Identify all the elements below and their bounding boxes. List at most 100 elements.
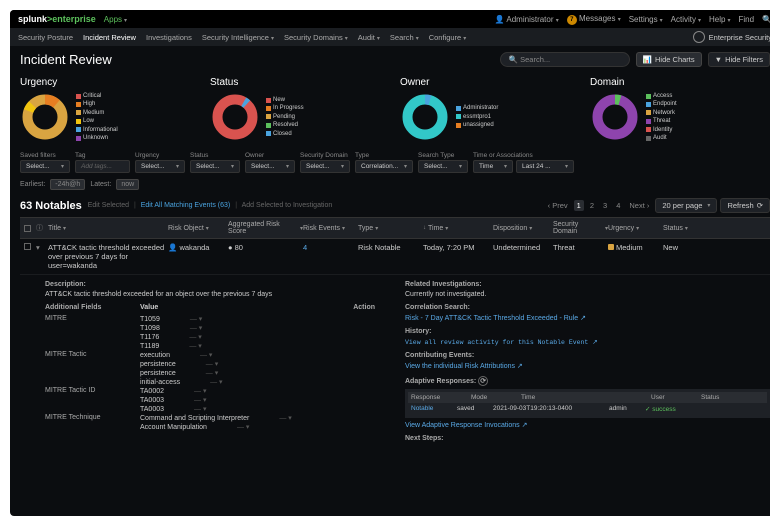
searchtype-select[interactable]: Select...▾ — [418, 160, 468, 173]
col-title[interactable]: Title ▾ — [48, 221, 168, 235]
col-time[interactable]: ↓ Time ▾ — [423, 221, 493, 235]
search-box[interactable]: 🔍 Search... — [500, 52, 630, 67]
corr-link[interactable]: Risk - 7 Day ATT&CK Tactic Threshold Exc… — [405, 314, 770, 322]
view-invocations-link[interactable]: View Adaptive Response Invocations ↗ — [405, 421, 770, 429]
es-icon — [693, 31, 705, 43]
nav-investigations[interactable]: Investigations — [146, 33, 192, 42]
edit-selected[interactable]: Edit Selected — [88, 202, 129, 209]
nav-intel[interactable]: Security Intelligence — [202, 33, 274, 42]
rh-mode: Mode — [471, 394, 501, 401]
nav-audit[interactable]: Audit — [358, 33, 380, 42]
hist-link[interactable]: View all review activity for this Notabl… — [405, 338, 770, 346]
saved-filters-select[interactable]: Select...▾ — [20, 160, 70, 173]
owner-select[interactable]: Select...▾ — [245, 160, 295, 173]
col-riskobj[interactable]: Risk Object ▾ — [168, 221, 228, 235]
add-investigation[interactable]: Add Selected to Investigation — [242, 202, 333, 209]
nav-configure[interactable]: Configure — [429, 33, 467, 42]
additional-fields-list: MITRET1059— ▾T1098— ▾T1176— ▾T1189— ▾MIT… — [45, 315, 375, 431]
col-events[interactable]: Risk Events ▾ — [303, 221, 358, 235]
latest-value[interactable]: now — [116, 179, 139, 190]
corr-heading: Correlation Search: — [405, 304, 770, 311]
donut-domain[interactable] — [590, 92, 640, 142]
donut-owner[interactable] — [400, 92, 450, 142]
resp-mode: saved — [457, 405, 487, 413]
resp-name[interactable]: Notable — [411, 405, 451, 413]
desc-heading: Description: — [45, 281, 375, 288]
logo-suffix: >enterprise — [47, 14, 96, 24]
type-select[interactable]: Correlation...▾ — [355, 160, 413, 173]
relinv-heading: Related Investigations: — [405, 281, 770, 288]
find-link[interactable]: Find — [738, 15, 754, 24]
contrib-heading: Contributing Events: — [405, 352, 770, 359]
nav-incident-review[interactable]: Incident Review — [83, 33, 136, 42]
nav-posture[interactable]: Security Posture — [18, 33, 73, 42]
perpage-select[interactable]: 20 per page — [655, 198, 717, 213]
cell-events[interactable]: 4 — [303, 243, 358, 252]
search-placeholder: Search... — [520, 55, 550, 64]
expand-toggle[interactable] — [36, 243, 48, 252]
logo-text: splunk — [18, 14, 47, 24]
cell-time: Today, 7:20 PM — [423, 243, 493, 252]
donut-status[interactable] — [210, 92, 260, 142]
time-range-select[interactable]: Last 24 ...▾ — [516, 160, 574, 173]
hide-charts-button[interactable]: 📊Hide Charts — [636, 52, 702, 67]
action-heading: Action — [353, 304, 375, 311]
response-table: ResponseModeTimeUserStatus Notablesaved2… — [405, 389, 770, 418]
resp-user: admin — [609, 405, 639, 413]
earliest-label: Earliest: — [20, 181, 45, 188]
legend-urgency: CriticalHighMediumLowInformationalUnknow… — [76, 92, 118, 142]
nav-search[interactable]: Search — [390, 33, 419, 42]
tag-input[interactable]: Add tags... — [75, 160, 130, 173]
contrib-link[interactable]: View the individual Risk Attributions ↗ — [405, 362, 770, 370]
urgency-select[interactable]: Select...▾ — [135, 160, 185, 173]
af-heading: Additional Fields — [45, 304, 140, 311]
prev-page[interactable]: ‹ Prev — [545, 200, 571, 211]
charts-row: Urgency CriticalHighMediumLowInformation… — [10, 73, 770, 150]
urgency-icon — [608, 244, 614, 250]
col-score[interactable]: Aggregated Risk Score ▾ — [228, 221, 303, 235]
messages-menu[interactable]: 7 Messages ▾ — [567, 14, 621, 25]
status-select[interactable]: Select...▾ — [190, 160, 240, 173]
page-3[interactable]: 3 — [600, 200, 610, 211]
page-header: Incident Review 🔍 Search... 📊Hide Charts… — [10, 46, 770, 73]
chart-owner: Owner Administratoressmtpro1unassigned — [400, 77, 580, 142]
topbar: splunk>enterprise Apps 👤 Administrator ▾… — [10, 10, 770, 28]
col-status[interactable]: Status ▾ — [663, 221, 693, 235]
rh-user: User — [651, 394, 681, 401]
apps-menu[interactable]: Apps — [104, 15, 127, 24]
page-2[interactable]: 2 — [587, 200, 597, 211]
subnav: Security Posture Incident Review Investi… — [10, 28, 770, 46]
cell-disp: Undetermined — [493, 243, 553, 252]
select-all-checkbox[interactable] — [24, 225, 31, 232]
next-steps-heading: Next Steps: — [405, 435, 770, 442]
logo: splunk>enterprise — [18, 14, 96, 24]
page-1[interactable]: 1 — [574, 200, 584, 211]
es-label: Enterprise Security — [709, 33, 770, 42]
row-checkbox[interactable] — [24, 243, 31, 250]
page-4[interactable]: 4 — [613, 200, 623, 211]
nav-domains[interactable]: Security Domains — [284, 33, 348, 42]
domain-select[interactable]: Select...▾ — [300, 160, 350, 173]
legend-owner: Administratoressmtpro1unassigned — [456, 104, 498, 129]
help-menu[interactable]: Help — [709, 15, 730, 24]
col-disp[interactable]: Disposition ▾ — [493, 221, 553, 235]
user-icon: 👤 — [495, 15, 505, 24]
col-type[interactable]: Type ▾ — [358, 221, 423, 235]
time-select[interactable]: Time▾ — [473, 160, 513, 173]
donut-urgency[interactable] — [20, 92, 70, 142]
earliest-value[interactable]: -24h@h — [50, 179, 85, 190]
refresh-button[interactable]: Refresh ⟳ — [720, 198, 770, 213]
col-domain[interactable]: Security Domain ▾ — [553, 221, 608, 235]
hide-filters-button[interactable]: ▼Hide Filters — [708, 52, 770, 67]
activity-menu[interactable]: Activity — [671, 15, 701, 24]
next-page[interactable]: Next › — [626, 200, 652, 211]
refresh-responses[interactable]: ⟳ — [478, 376, 488, 386]
admin-menu[interactable]: 👤 Administrator ▾ — [495, 15, 559, 24]
settings-menu[interactable]: Settings — [629, 15, 663, 24]
search-icon[interactable]: 🔍 — [762, 15, 770, 24]
col-urgency[interactable]: Urgency ▾ — [608, 221, 663, 235]
edit-all-link[interactable]: Edit All Matching Events (63) — [141, 202, 231, 209]
msg-label: Messages — [579, 14, 615, 23]
owner-label: Owner — [245, 152, 295, 159]
table-row[interactable]: ATT&CK tactic threshold exceeded over pr… — [20, 239, 770, 275]
